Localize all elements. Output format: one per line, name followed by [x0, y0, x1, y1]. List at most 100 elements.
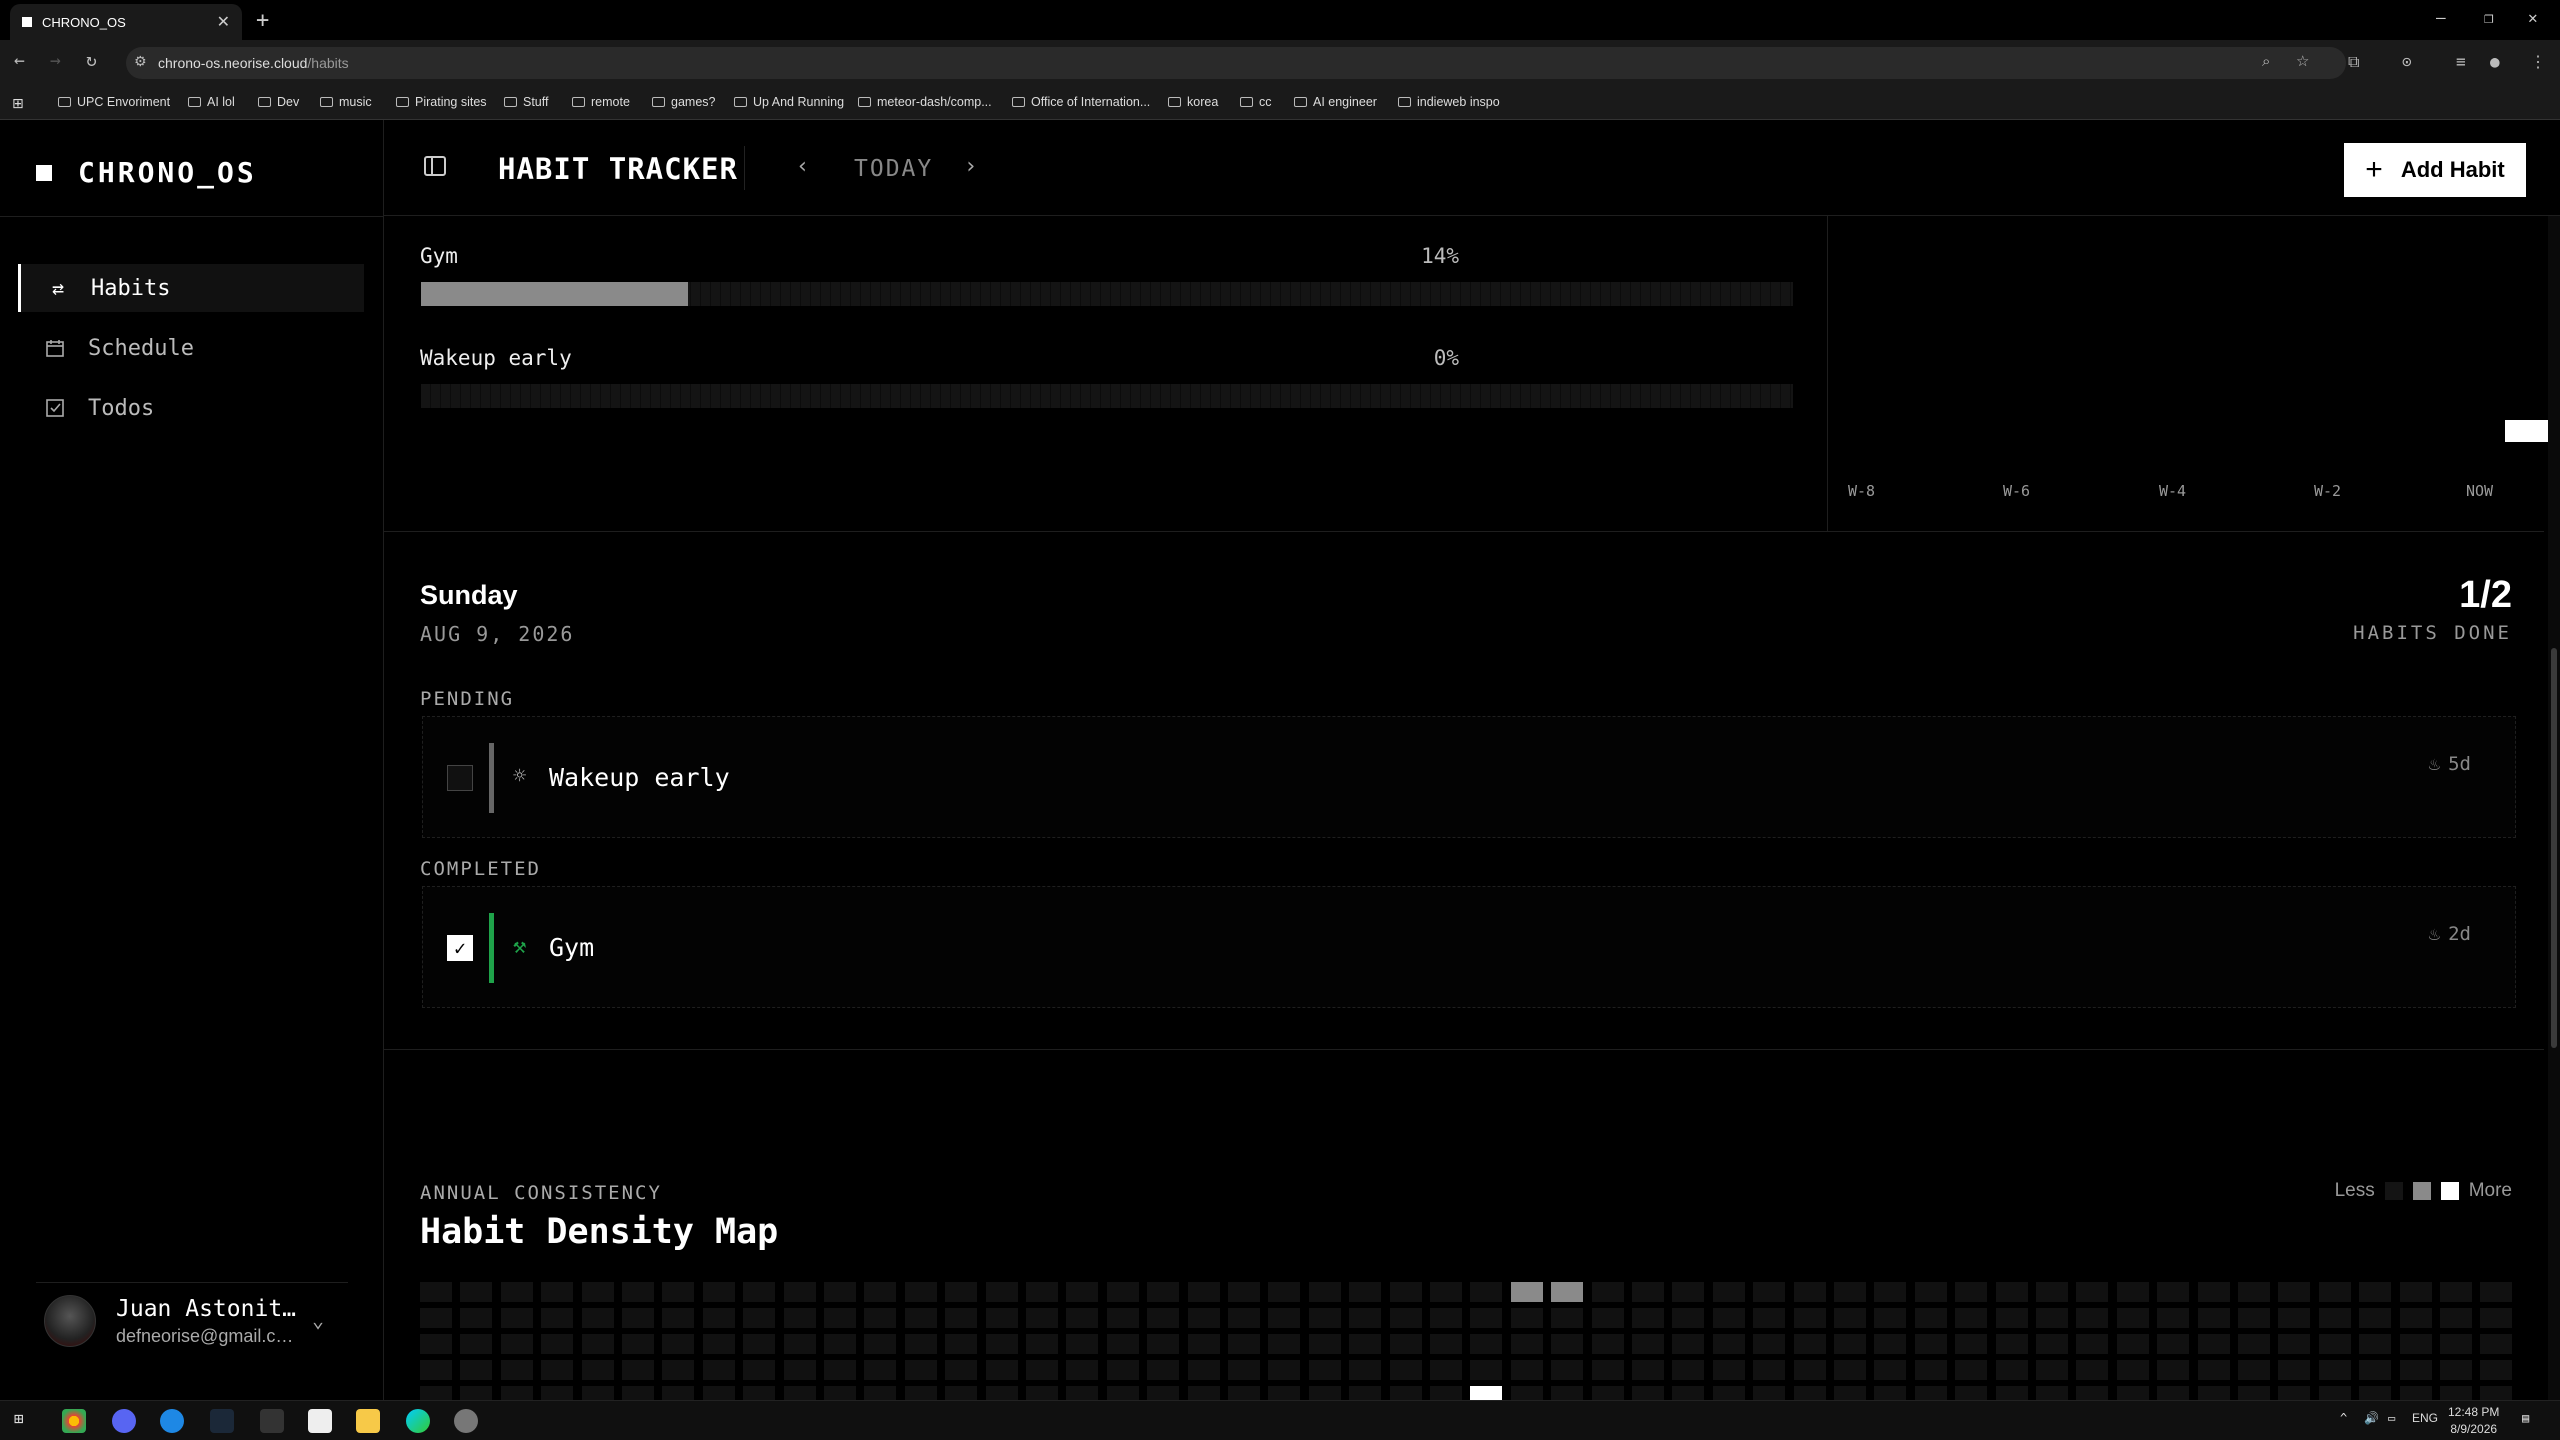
heatmap-cell[interactable]: [1430, 1386, 1462, 1400]
add-habit-button[interactable]: + Add Habit: [2344, 143, 2526, 197]
heatmap-cell[interactable]: [2359, 1386, 2392, 1400]
heatmap-cell[interactable]: [904, 1334, 937, 1354]
extensions-icon[interactable]: ⧉: [2348, 52, 2359, 72]
heatmap-cell[interactable]: [1672, 1360, 1705, 1380]
heatmap-cell[interactable]: [1187, 1386, 1220, 1400]
tab-close-icon[interactable]: ✕: [217, 12, 230, 32]
bookmark-item[interactable]: Dev: [258, 95, 299, 109]
heatmap-cell[interactable]: [1026, 1334, 1058, 1354]
bookmark-item[interactable]: UPC Envoriment: [58, 95, 170, 109]
heatmap-cell[interactable]: [864, 1282, 897, 1302]
heatmap-cell[interactable]: [581, 1308, 614, 1328]
heatmap-cell[interactable]: [1349, 1334, 1382, 1354]
discord-icon[interactable]: [112, 1409, 136, 1433]
heatmap-cell[interactable]: [2278, 1308, 2311, 1328]
bookmark-item[interactable]: Up And Running: [734, 95, 844, 109]
heatmap-cell[interactable]: [1632, 1360, 1664, 1380]
heatmap-cell[interactable]: [2157, 1282, 2190, 1302]
heatmap-cell[interactable]: [622, 1308, 654, 1328]
heatmap-cell[interactable]: [2399, 1386, 2432, 1400]
heatmap-cell[interactable]: [420, 1334, 452, 1354]
heatmap-cell[interactable]: [1066, 1360, 1099, 1380]
site-info-icon[interactable]: ⚙: [134, 53, 147, 70]
heatmap-cell[interactable]: [864, 1360, 897, 1380]
heatmap-cell[interactable]: [2480, 1360, 2513, 1380]
bookmark-item[interactable]: Pirating sites: [396, 95, 487, 109]
app-icon[interactable]: [160, 1409, 184, 1433]
heatmap-cell[interactable]: [1228, 1360, 1260, 1380]
heatmap-cell[interactable]: [2157, 1308, 2190, 1328]
heatmap-cell[interactable]: [1026, 1360, 1058, 1380]
heatmap-cell[interactable]: [2116, 1386, 2149, 1400]
heatmap-cell[interactable]: [2238, 1308, 2270, 1328]
heatmap-cell[interactable]: [2440, 1386, 2472, 1400]
heatmap-cell[interactable]: [2036, 1334, 2068, 1354]
heatmap-cell[interactable]: [1874, 1308, 1907, 1328]
heatmap-cell[interactable]: [1106, 1334, 1139, 1354]
notion-icon[interactable]: [308, 1409, 332, 1433]
heatmap-cell[interactable]: [1672, 1308, 1705, 1328]
heatmap-cell[interactable]: [2480, 1386, 2513, 1400]
heatmap-cell[interactable]: [1389, 1386, 1422, 1400]
heatmap-cell[interactable]: [1955, 1282, 1988, 1302]
heatmap-cell[interactable]: [420, 1360, 452, 1380]
heatmap-cell[interactable]: [2197, 1308, 2230, 1328]
heatmap-cell[interactable]: [1308, 1282, 1341, 1302]
terminal-icon[interactable]: [260, 1409, 284, 1433]
heatmap-cell[interactable]: [1430, 1308, 1462, 1328]
heatmap-cell[interactable]: [1106, 1308, 1139, 1328]
heatmap-cell[interactable]: [2399, 1360, 2432, 1380]
heatmap-cell[interactable]: [1430, 1360, 1462, 1380]
heatmap-cell[interactable]: [904, 1386, 937, 1400]
heatmap-cell[interactable]: [1268, 1360, 1301, 1380]
zoom-icon[interactable]: ⌕: [2262, 53, 2270, 70]
heatmap-cell[interactable]: [1834, 1282, 1866, 1302]
heatmap-cell[interactable]: [985, 1282, 1018, 1302]
heatmap-cell[interactable]: [2036, 1308, 2068, 1328]
heatmap-cell[interactable]: [500, 1360, 533, 1380]
heatmap-cell[interactable]: [1672, 1334, 1705, 1354]
bookmark-item[interactable]: AI engineer: [1294, 95, 1377, 109]
heatmap-cell[interactable]: [824, 1334, 856, 1354]
apps-icon[interactable]: ⊞: [12, 95, 24, 112]
heatmap-cell[interactable]: [2318, 1308, 2351, 1328]
bookmark-item[interactable]: AI lol: [188, 95, 235, 109]
language-indicator[interactable]: ENG: [2412, 1411, 2438, 1425]
heatmap-cell[interactable]: [1308, 1334, 1341, 1354]
heatmap-cell[interactable]: [1753, 1308, 1786, 1328]
heatmap-cell[interactable]: [904, 1308, 937, 1328]
chevron-right-icon[interactable]: ›: [964, 154, 977, 179]
heatmap-cell[interactable]: [541, 1334, 574, 1354]
heatmap-cell[interactable]: [1066, 1308, 1099, 1328]
cast-icon[interactable]: ⊙: [2402, 52, 2412, 71]
heatmap-cell[interactable]: [2440, 1360, 2472, 1380]
scrollbar-thumb[interactable]: [2551, 648, 2557, 1048]
heatmap-cell[interactable]: [945, 1360, 978, 1380]
bookmark-item[interactable]: games?: [652, 95, 715, 109]
heatmap-cell[interactable]: [864, 1308, 897, 1328]
file-explorer-icon[interactable]: [356, 1409, 380, 1433]
heatmap-cell[interactable]: [1995, 1386, 2028, 1400]
heatmap-cell[interactable]: [541, 1308, 574, 1328]
heatmap-cell[interactable]: [945, 1308, 978, 1328]
heatmap-cell[interactable]: [1793, 1308, 1826, 1328]
heatmap-cell[interactable]: [1995, 1334, 2028, 1354]
heatmap-cell[interactable]: [1470, 1360, 1503, 1380]
heatmap-cell[interactable]: [1591, 1334, 1624, 1354]
toggle-sidebar-icon[interactable]: [424, 156, 446, 176]
heatmap-cell[interactable]: [1308, 1386, 1341, 1400]
bookmark-item[interactable]: indieweb inspo: [1398, 95, 1500, 109]
bookmark-item[interactable]: Office of Internation...: [1012, 95, 1150, 109]
heatmap-cell[interactable]: [1551, 1386, 1584, 1400]
heatmap-cell[interactable]: [1793, 1386, 1826, 1400]
volume-icon[interactable]: 🔊: [2364, 1411, 2379, 1425]
heatmap-cell[interactable]: [702, 1386, 735, 1400]
heatmap-cell[interactable]: [1712, 1334, 1745, 1354]
address-bar[interactable]: ⚙ chrono-os.neorise.cloud/habits ⌕ ☆: [126, 47, 2346, 79]
heatmap-cell[interactable]: [1106, 1282, 1139, 1302]
heatmap-cell[interactable]: [1712, 1360, 1745, 1380]
heatmap-cell[interactable]: [1591, 1360, 1624, 1380]
heatmap-cell[interactable]: [420, 1282, 452, 1302]
heatmap-cell[interactable]: [2157, 1360, 2190, 1380]
heatmap-cell[interactable]: [702, 1334, 735, 1354]
